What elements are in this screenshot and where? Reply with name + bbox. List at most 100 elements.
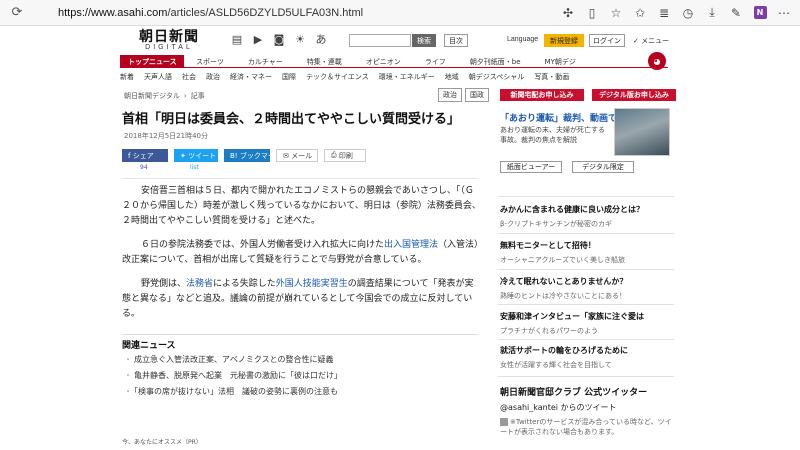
twitter-share-button[interactable]: ✦ ツイート [174, 149, 218, 162]
nav-life[interactable]: ライフ [413, 55, 458, 68]
login-button[interactable]: ログイン [589, 34, 625, 47]
subnav-region[interactable]: 地域 [445, 70, 459, 83]
paper-viewer-button[interactable]: 紙面ビューアー [500, 161, 562, 173]
weather-icon[interactable]: ☀ [293, 32, 307, 46]
camera-icon[interactable]: ◙ [272, 32, 286, 46]
nav-top-news[interactable]: トップニュース [120, 55, 184, 68]
promo-image[interactable] [614, 108, 670, 156]
subnav-photo[interactable]: 写真・動画 [534, 70, 569, 83]
facebook-share-button[interactable]: f シェア [122, 149, 168, 162]
refresh-icon[interactable]: ⟳ [6, 2, 28, 24]
twitter-handle[interactable]: @asahi_kantei からのツイート [500, 402, 617, 413]
menu-button[interactable]: ✓ メニュー [633, 36, 669, 46]
print-button[interactable]: ⎙ 印刷 [324, 149, 366, 162]
ministry-of-justice-link[interactable]: 法務省 [186, 279, 213, 289]
related-news-item[interactable]: 「検事の席が抜けない」法相 議破の姿勢に裏例の注意も [124, 384, 342, 400]
sponsored-item[interactable]: 就活サポートの輪をひろげるために 女性が活躍する輝く社会を目指して [500, 345, 676, 370]
subnav-tensei[interactable]: 天声人語 [144, 70, 172, 83]
reader-mode-icon[interactable]: ▯ [580, 2, 604, 24]
nav-features[interactable]: 特集・連載 [295, 55, 354, 68]
subnav-new[interactable]: 新着 [120, 70, 134, 83]
paper-subscribe-button[interactable]: 新聞宅配お申し込み [500, 89, 584, 101]
nav-opinion[interactable]: オピニオン [354, 55, 413, 68]
language-link[interactable]: Language [507, 36, 538, 43]
address-bar[interactable]: https://www.asahi.com/articles/ASLD56DZY… [58, 7, 556, 19]
nav-my-asadigi[interactable]: MY朝デジ [533, 55, 588, 68]
favorites-list-icon[interactable]: ✩ [628, 2, 652, 24]
subnav-tech[interactable]: テック＆サイエンス [306, 70, 369, 83]
site-logo[interactable]: 朝日新聞 DIGITAL [124, 30, 214, 51]
subnav-international[interactable]: 国際 [282, 70, 296, 83]
sponsored-subtitle: β-クリプトキサンチンが秘密のカギ [500, 220, 612, 228]
sponsored-item[interactable]: 安藤和津インタビュー「家族に注ぐ愛は プラチナがくれるパワーのよう [500, 311, 676, 336]
signup-button[interactable]: 新規登録 [544, 34, 584, 47]
hatena-bookmark-button[interactable]: B! ブックマーク [224, 149, 282, 162]
site-header: 朝日新聞 DIGITAL ▤ ▶ ◙ ☀ あ 検索 目次 Language 新規… [0, 26, 800, 54]
paragraph-text: ６日の参院法務委では、外国人労働者受け入れ拡大に向けた [132, 240, 385, 250]
url-host: https://www.asahi.com [58, 6, 168, 19]
sponsored-item[interactable]: みかんに含まれる健康に良い成分とは？ β-クリプトキサンチンが秘密のカギ [500, 204, 676, 229]
tag-national-politics[interactable]: 国政 [465, 88, 489, 102]
immigration-law-link[interactable]: 出入国管理法 [384, 240, 438, 250]
subnav-economy[interactable]: 経済・マネー [230, 70, 272, 83]
video-icon[interactable]: ▶ [251, 32, 265, 46]
reading-list-icon[interactable]: ≣ [652, 2, 676, 24]
favorite-star-icon[interactable]: ☆ [604, 2, 628, 24]
article-paragraph-1: 安倍晋三首相は５日、都内で開かれたエコノミストらの懇親会であいさつし、「（Ｇ２０… [122, 186, 481, 226]
history-icon[interactable]: ◷ [676, 2, 700, 24]
font-size-icon[interactable]: あ [314, 32, 328, 46]
print-label: 印刷 [338, 151, 353, 160]
hatena-icon: B! [230, 151, 240, 160]
nav-paper[interactable]: 朝夕刊紙面・be [458, 55, 533, 68]
twitter-icon: ✦ [180, 151, 189, 160]
sponsored-title: 安藤和津インタビュー「家族に注ぐ愛は [500, 312, 644, 321]
newspaper-icon[interactable]: ▤ [230, 32, 244, 46]
twitter-share-label: ツイート [188, 151, 217, 160]
nav-culture[interactable]: カルチャー [236, 55, 295, 68]
info-icon [500, 418, 508, 426]
breadcrumb-site[interactable]: 朝日新聞デジタル [124, 92, 180, 100]
related-news-item[interactable]: 成立急ぐ入管法改正案、アベノミクスとの整合性に疑義 [124, 352, 342, 368]
article-headline: 首相「明日は委員会、２時間出てややこしい質問受ける」 [122, 112, 461, 127]
sponsored-item[interactable]: 無料モニターとして招待！ オーシャニアクルーズでいく美しき船旅 [500, 240, 676, 265]
more-icon[interactable]: ⋯ [772, 2, 796, 24]
article-paragraph-3: 野党側は、法務省による失踪した外国人技能実習生の調査結果について「発表が実態と異… [122, 277, 482, 322]
twitter-note-text: ※Twitterのサービスが混み合っている時など、ツイートが表示されない場合もあ… [500, 418, 672, 436]
share-buttons: f シェア ✦ ツイート B! ブックマーク ✉ メール ⎙ 印刷 [122, 149, 366, 162]
technical-intern-link[interactable]: 外国人技能実習生 [276, 279, 348, 289]
sponsored-subtitle: 熟睡のヒントは冷やさないことにある！ [500, 292, 626, 300]
subnav-society[interactable]: 社会 [182, 70, 196, 83]
twitter-count[interactable]: list [190, 164, 199, 171]
divider [122, 178, 478, 179]
mail-button[interactable]: ✉ メール [276, 149, 318, 162]
mascot-icon[interactable]: ◕ [648, 52, 666, 70]
mail-icon: ✉ [283, 151, 292, 160]
url-path: /articles/ASLD56DZYLD5ULFA03N.html [167, 6, 364, 19]
tag-politics[interactable]: 政治 [438, 88, 462, 102]
sponsored-subtitle: 女性が活躍する輝く社会を目指して [500, 361, 612, 369]
search-button[interactable]: 検索 [412, 34, 436, 47]
digital-subscribe-button[interactable]: デジタル版お申し込み [592, 89, 676, 101]
subnav-special[interactable]: 朝デジスペシャル [469, 70, 525, 83]
divider [498, 304, 674, 305]
pen-icon[interactable]: ✎ [724, 2, 748, 24]
sponsored-item[interactable]: 冷えて眠れないことありませんか？ 熟睡のヒントは冷やさないことにある！ [500, 276, 676, 301]
sponsored-title: 無料モニターとして招待！ [500, 241, 596, 250]
onenote-icon[interactable]: N [748, 2, 772, 24]
twitter-widget-title: 朝日新聞官邸クラブ 公式ツイッター [500, 388, 648, 398]
related-news-item[interactable]: 亀井静香、脱原発へ起業 元秘書の激励に「彼は口だけ」 [124, 368, 342, 384]
sponsored-title: 就活サポートの輪をひろげるために [500, 346, 628, 355]
digital-only-button[interactable]: デジタル限定 [572, 161, 634, 173]
subnav-environment[interactable]: 環境・エネルギー [379, 70, 435, 83]
promo-title[interactable]: 「あおり運転」裁判、動画で [500, 111, 617, 124]
divider [498, 376, 674, 377]
subnav-politics[interactable]: 政治 [206, 70, 220, 83]
download-icon[interactable]: ⤓ [700, 2, 724, 24]
puzzle-icon[interactable]: ✣ [556, 2, 580, 24]
nav-sports[interactable]: スポーツ [184, 55, 236, 68]
facebook-share-label: シェア [132, 151, 154, 160]
toc-button[interactable]: 目次 [444, 34, 468, 47]
logo-sub: DIGITAL [145, 44, 193, 51]
search-input[interactable] [349, 34, 411, 47]
related-news-list: 成立急ぐ入管法改正案、アベノミクスとの整合性に疑義 亀井静香、脱原発へ起業 元秘… [124, 352, 342, 400]
